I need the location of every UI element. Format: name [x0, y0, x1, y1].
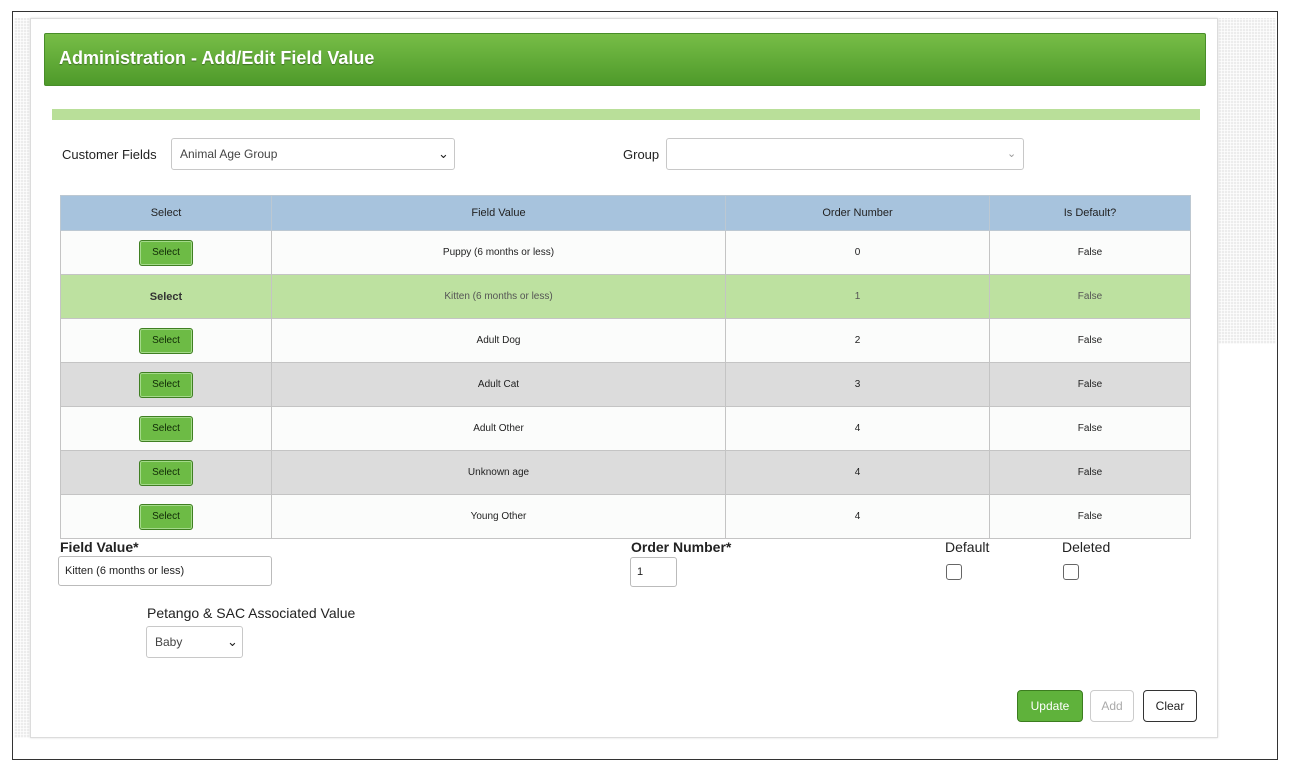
table-row: Select Puppy (6 months or less) 0 False: [60, 230, 1191, 275]
table-row: Select Adult Cat 3 False: [60, 362, 1191, 407]
select-button[interactable]: Select: [139, 415, 193, 442]
default-checkbox[interactable]: [946, 564, 962, 580]
customer-fields-select[interactable]: Animal Age Group ⌄: [171, 138, 455, 170]
is-default-cell: False: [989, 318, 1191, 363]
field-value-cell: Young Other: [271, 494, 726, 539]
customer-fields-label: Customer Fields: [62, 147, 157, 162]
select-button[interactable]: Select: [139, 371, 193, 398]
petango-value: Baby: [155, 635, 183, 649]
field-value-cell: Puppy (6 months or less): [271, 230, 726, 275]
green-divider: [52, 109, 1200, 120]
is-default-cell: False: [989, 494, 1191, 539]
order-number-cell: 2: [725, 318, 990, 363]
group-label: Group: [623, 147, 660, 162]
is-default-cell: False: [989, 450, 1191, 495]
header-is-default: Is Default?: [989, 195, 1191, 231]
chevron-down-icon: ⌄: [1007, 148, 1017, 160]
field-value-cell: Adult Other: [271, 406, 726, 451]
field-value-label: Field Value*: [60, 539, 139, 555]
field-value-cell: Adult Dog: [271, 318, 726, 363]
page-title: Administration - Add/Edit Field Value: [59, 48, 375, 68]
order-number-input[interactable]: 1: [630, 557, 677, 587]
chevron-down-icon: ⌄: [227, 634, 238, 649]
deleted-label: Deleted: [1062, 539, 1111, 555]
select-button[interactable]: Select: [139, 239, 193, 266]
field-value-cell: Adult Cat: [271, 362, 726, 407]
update-button[interactable]: Update: [1017, 690, 1083, 722]
order-number-cell: 4: [725, 450, 990, 495]
select-button[interactable]: Select: [139, 327, 193, 354]
field-value-cell: Kitten (6 months or less): [271, 274, 726, 319]
field-values-table: Select Field Value Order Number Is Defau…: [60, 195, 1191, 539]
order-number-cell: 4: [725, 406, 990, 451]
chevron-down-icon: ⌄: [438, 146, 449, 161]
select-button[interactable]: Select: [139, 459, 193, 486]
is-default-cell: False: [989, 406, 1191, 451]
background-pattern-right: [1218, 18, 1276, 344]
is-default-cell: False: [989, 362, 1191, 407]
is-default-cell: False: [989, 274, 1191, 319]
table-row: Select Unknown age 4 False: [60, 450, 1191, 495]
header-select: Select: [60, 195, 272, 231]
table-header-row: Select Field Value Order Number Is Defau…: [60, 195, 1191, 231]
header-order-number: Order Number: [725, 195, 990, 231]
table-row: Select Adult Dog 2 False: [60, 318, 1191, 363]
select-button[interactable]: Select: [139, 503, 193, 530]
table-row: Select Young Other 4 False: [60, 494, 1191, 539]
petango-label: Petango & SAC Associated Value: [147, 605, 356, 621]
field-value-cell: Unknown age: [271, 450, 726, 495]
table-row-selected: Select Kitten (6 months or less) 1 False: [60, 274, 1191, 319]
default-label: Default: [945, 539, 990, 555]
add-button[interactable]: Add: [1090, 690, 1134, 722]
select-label: Select: [60, 274, 272, 319]
is-default-cell: False: [989, 230, 1191, 275]
table-row: Select Adult Other 4 False: [60, 406, 1191, 451]
title-bar: Administration - Add/Edit Field Value: [44, 33, 1206, 86]
group-select[interactable]: ⌄: [666, 138, 1024, 170]
order-number-cell: 0: [725, 230, 990, 275]
header-field-value: Field Value: [271, 195, 726, 231]
order-number-cell: 1: [725, 274, 990, 319]
order-number-label: Order Number*: [631, 539, 732, 555]
order-number-cell: 4: [725, 494, 990, 539]
customer-fields-value: Animal Age Group: [180, 147, 278, 161]
deleted-checkbox[interactable]: [1063, 564, 1079, 580]
field-value-input[interactable]: Kitten (6 months or less): [58, 556, 272, 586]
petango-select[interactable]: Baby ⌄: [146, 626, 243, 658]
order-number-cell: 3: [725, 362, 990, 407]
clear-button[interactable]: Clear: [1143, 690, 1197, 722]
